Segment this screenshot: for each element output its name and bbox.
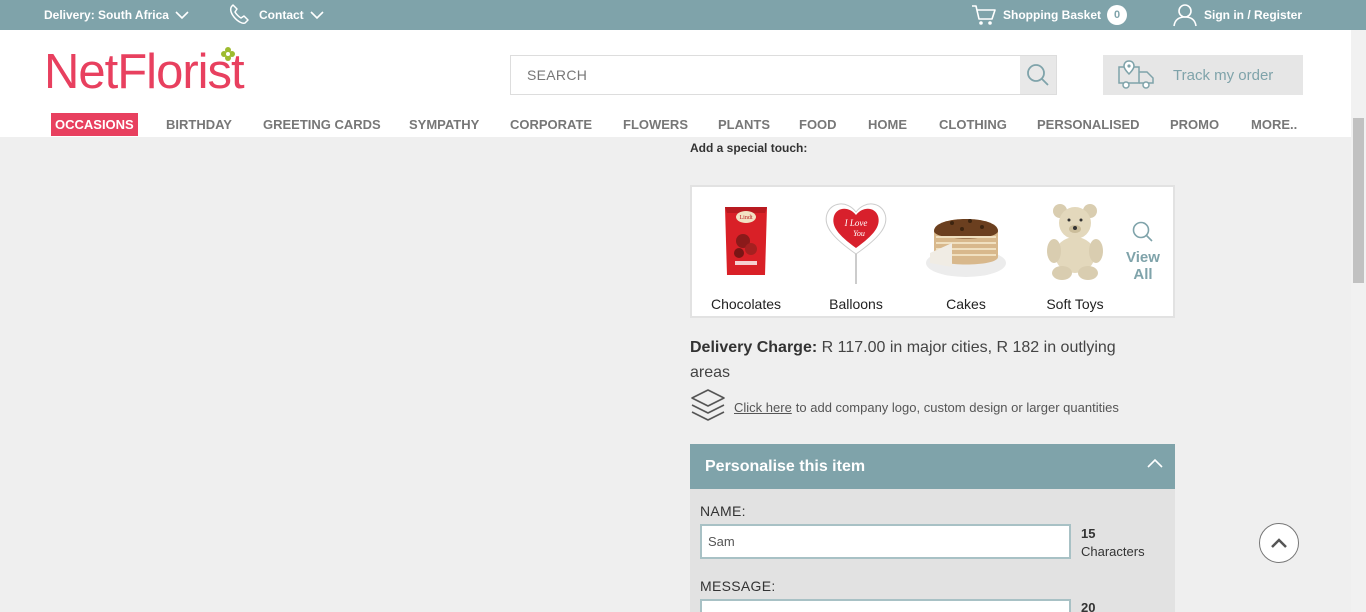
chevron-down-icon (310, 10, 324, 19)
message-input[interactable] (700, 599, 1071, 612)
track-order-label: Track my order (1173, 66, 1274, 84)
nav-item-home[interactable]: HOME (868, 113, 907, 136)
search-icon (1027, 64, 1049, 86)
page-scrollbar[interactable] (1351, 30, 1366, 612)
delivery-region-label: Delivery: South Africa (44, 8, 169, 22)
teddy-bear-icon (1047, 204, 1103, 280)
addon-cakes[interactable]: Cakes (916, 187, 1016, 318)
addon-label: Soft Toys (1046, 296, 1104, 312)
search-icon (1132, 221, 1153, 242)
contact-menu[interactable]: Contact (227, 0, 324, 30)
addon-label: Cakes (946, 296, 986, 312)
message-char-count: 20 (1081, 600, 1096, 612)
chocolate-box-icon: Lindt (725, 207, 767, 275)
nav-item-food[interactable]: FOOD (799, 113, 837, 136)
addons-panel: Lindt Chocolates I Love You Balloons Cak… (690, 185, 1175, 318)
nav-item-occasions[interactable]: OCCASIONS (51, 113, 138, 136)
personalise-header[interactable]: Personalise this item (690, 444, 1175, 489)
custom-order-text: to add company logo, custom design or la… (795, 399, 1119, 415)
contact-label: Contact (259, 8, 304, 22)
personalise-title: Personalise this item (705, 457, 866, 475)
nav-item-plants[interactable]: PLANTS (718, 113, 770, 136)
chevron-down-icon (175, 10, 189, 19)
main-navigation: OCCASIONS BIRTHDAY GREETING CARDS SYMPAT… (0, 110, 1351, 137)
name-char-count: 15 (1081, 526, 1096, 541)
addon-label: Balloons (829, 296, 883, 312)
chevron-up-icon (1271, 538, 1287, 548)
netflorist-logo[interactable]: NetFlorist (44, 44, 245, 100)
nav-item-greeting-cards[interactable]: GREETING CARDS (263, 113, 381, 136)
message-char-counter: 20 (1081, 599, 1095, 612)
view-all-line2: All (1133, 266, 1153, 283)
sign-in-label: Sign in / Register (1204, 8, 1303, 22)
name-char-unit: Characters (1081, 544, 1145, 559)
name-char-counter: 15 Characters (1081, 525, 1145, 561)
special-touch-title: Add a special touch: (690, 141, 808, 155)
custom-order-row: Click here to add company logo, custom d… (690, 388, 1119, 426)
phone-icon (229, 4, 249, 24)
nav-item-personalised[interactable]: PERSONALISED (1037, 113, 1140, 136)
name-input[interactable] (700, 524, 1071, 559)
layers-icon (691, 389, 725, 421)
search-input[interactable] (511, 56, 1021, 94)
svg-text:You: You (853, 229, 865, 238)
view-all-line1: View (1126, 249, 1160, 266)
shopping-basket-button[interactable]: Shopping Basket 0 (971, 0, 1128, 30)
click-here-link[interactable]: Click here (734, 400, 792, 415)
nav-item-sympathy[interactable]: SYMPATHY (409, 113, 479, 136)
personalise-panel: Personalise this item NAME: 15 Character… (690, 444, 1175, 612)
flower-logo-icon (221, 47, 235, 61)
nav-item-flowers[interactable]: FLOWERS (623, 113, 688, 136)
basket-count-badge: 0 (1107, 5, 1128, 25)
addon-chocolates[interactable]: Lindt Chocolates (696, 187, 796, 318)
scrollbar-thumb[interactable] (1353, 118, 1364, 283)
nav-item-promo[interactable]: PROMO (1170, 113, 1219, 136)
shopping-basket-label: Shopping Basket (1003, 8, 1102, 22)
delivery-charge-info: Delivery Charge: R 117.00 in major citie… (690, 335, 1160, 385)
addon-soft-toys[interactable]: Soft Toys (1025, 187, 1125, 318)
view-all-addons-button[interactable]: View All (1122, 221, 1164, 283)
user-icon (1173, 4, 1197, 27)
delivery-charge-label: Delivery Charge: (690, 339, 818, 356)
cart-icon (972, 5, 996, 25)
message-label: MESSAGE: (700, 578, 776, 594)
top-bar: Delivery: South Africa Contact Shopping … (0, 0, 1366, 30)
sign-in-register-link[interactable]: Sign in / Register (1172, 0, 1302, 30)
nav-item-birthday[interactable]: BIRTHDAY (166, 113, 232, 136)
heart-balloon-icon: I Love You (825, 203, 887, 284)
svg-text:Lindt: Lindt (740, 215, 753, 221)
search-box (510, 55, 1057, 95)
back-to-top-button[interactable] (1259, 523, 1299, 563)
cake-icon (926, 219, 1006, 277)
nav-item-corporate[interactable]: CORPORATE (510, 113, 592, 136)
addon-balloons[interactable]: I Love You Balloons (806, 187, 906, 318)
track-order-button[interactable]: Track my order (1103, 55, 1303, 95)
nav-item-clothing[interactable]: CLOTHING (939, 113, 1007, 136)
addon-label: Chocolates (710, 296, 782, 312)
delivery-region-selector[interactable]: Delivery: South Africa (44, 0, 189, 30)
search-button[interactable] (1020, 56, 1056, 94)
name-label: NAME: (700, 503, 746, 519)
svg-text:I Love: I Love (844, 218, 868, 228)
chevron-up-icon (1147, 458, 1163, 468)
nav-item-more[interactable]: MORE.. (1251, 113, 1297, 136)
site-header: NetFlorist Track my order OCCASIONS BIRT… (0, 30, 1351, 137)
delivery-truck-icon (1118, 60, 1154, 89)
